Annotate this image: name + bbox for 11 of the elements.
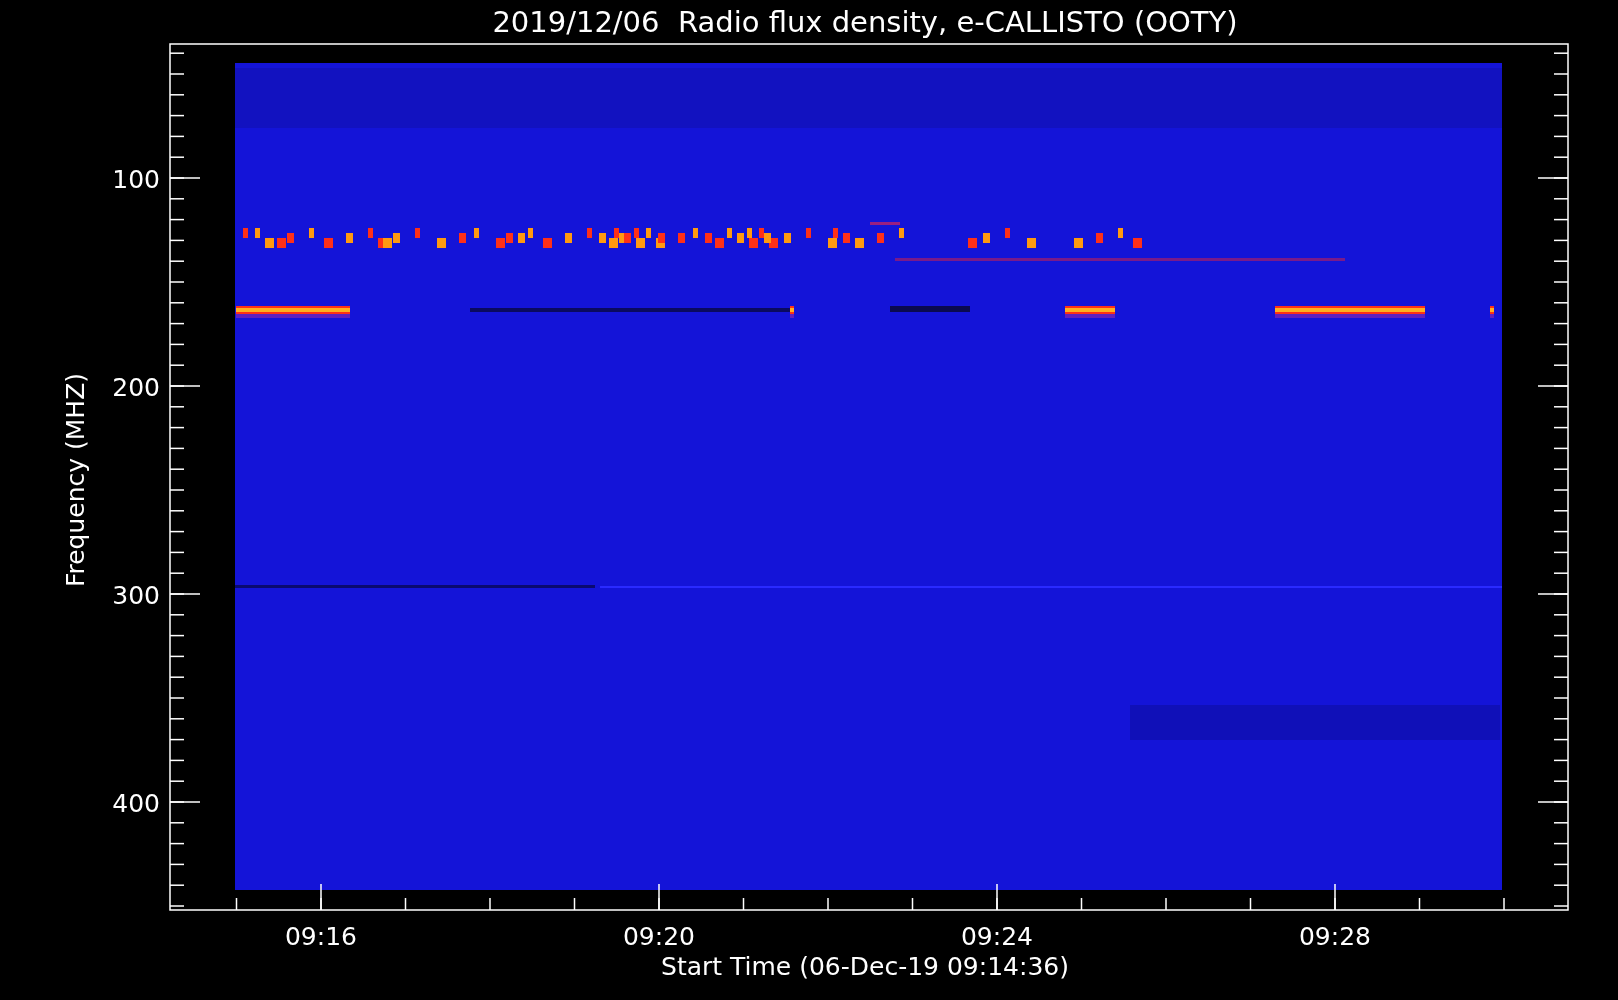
axis-tick-label: 09:20 xyxy=(623,922,695,951)
axis-tick-label: 100 xyxy=(112,165,160,194)
axis-tick-label: 300 xyxy=(112,581,160,610)
axis-label: Frequency (MHZ) xyxy=(61,372,90,588)
axis-label: Start Time (06-Dec-19 09:14:36) xyxy=(661,952,1069,981)
axis-tick-label: 200 xyxy=(112,373,160,402)
axis-tick-label: 09:28 xyxy=(1299,922,1371,951)
axis-tick-label: 09:16 xyxy=(285,922,357,951)
axis-tick-label: 400 xyxy=(112,789,160,818)
chart-title: 2019/12/06 Radio flux density, e-CALLISTO (OOTY) xyxy=(492,5,1238,39)
axis-tick-label: 09:24 xyxy=(961,922,1033,951)
